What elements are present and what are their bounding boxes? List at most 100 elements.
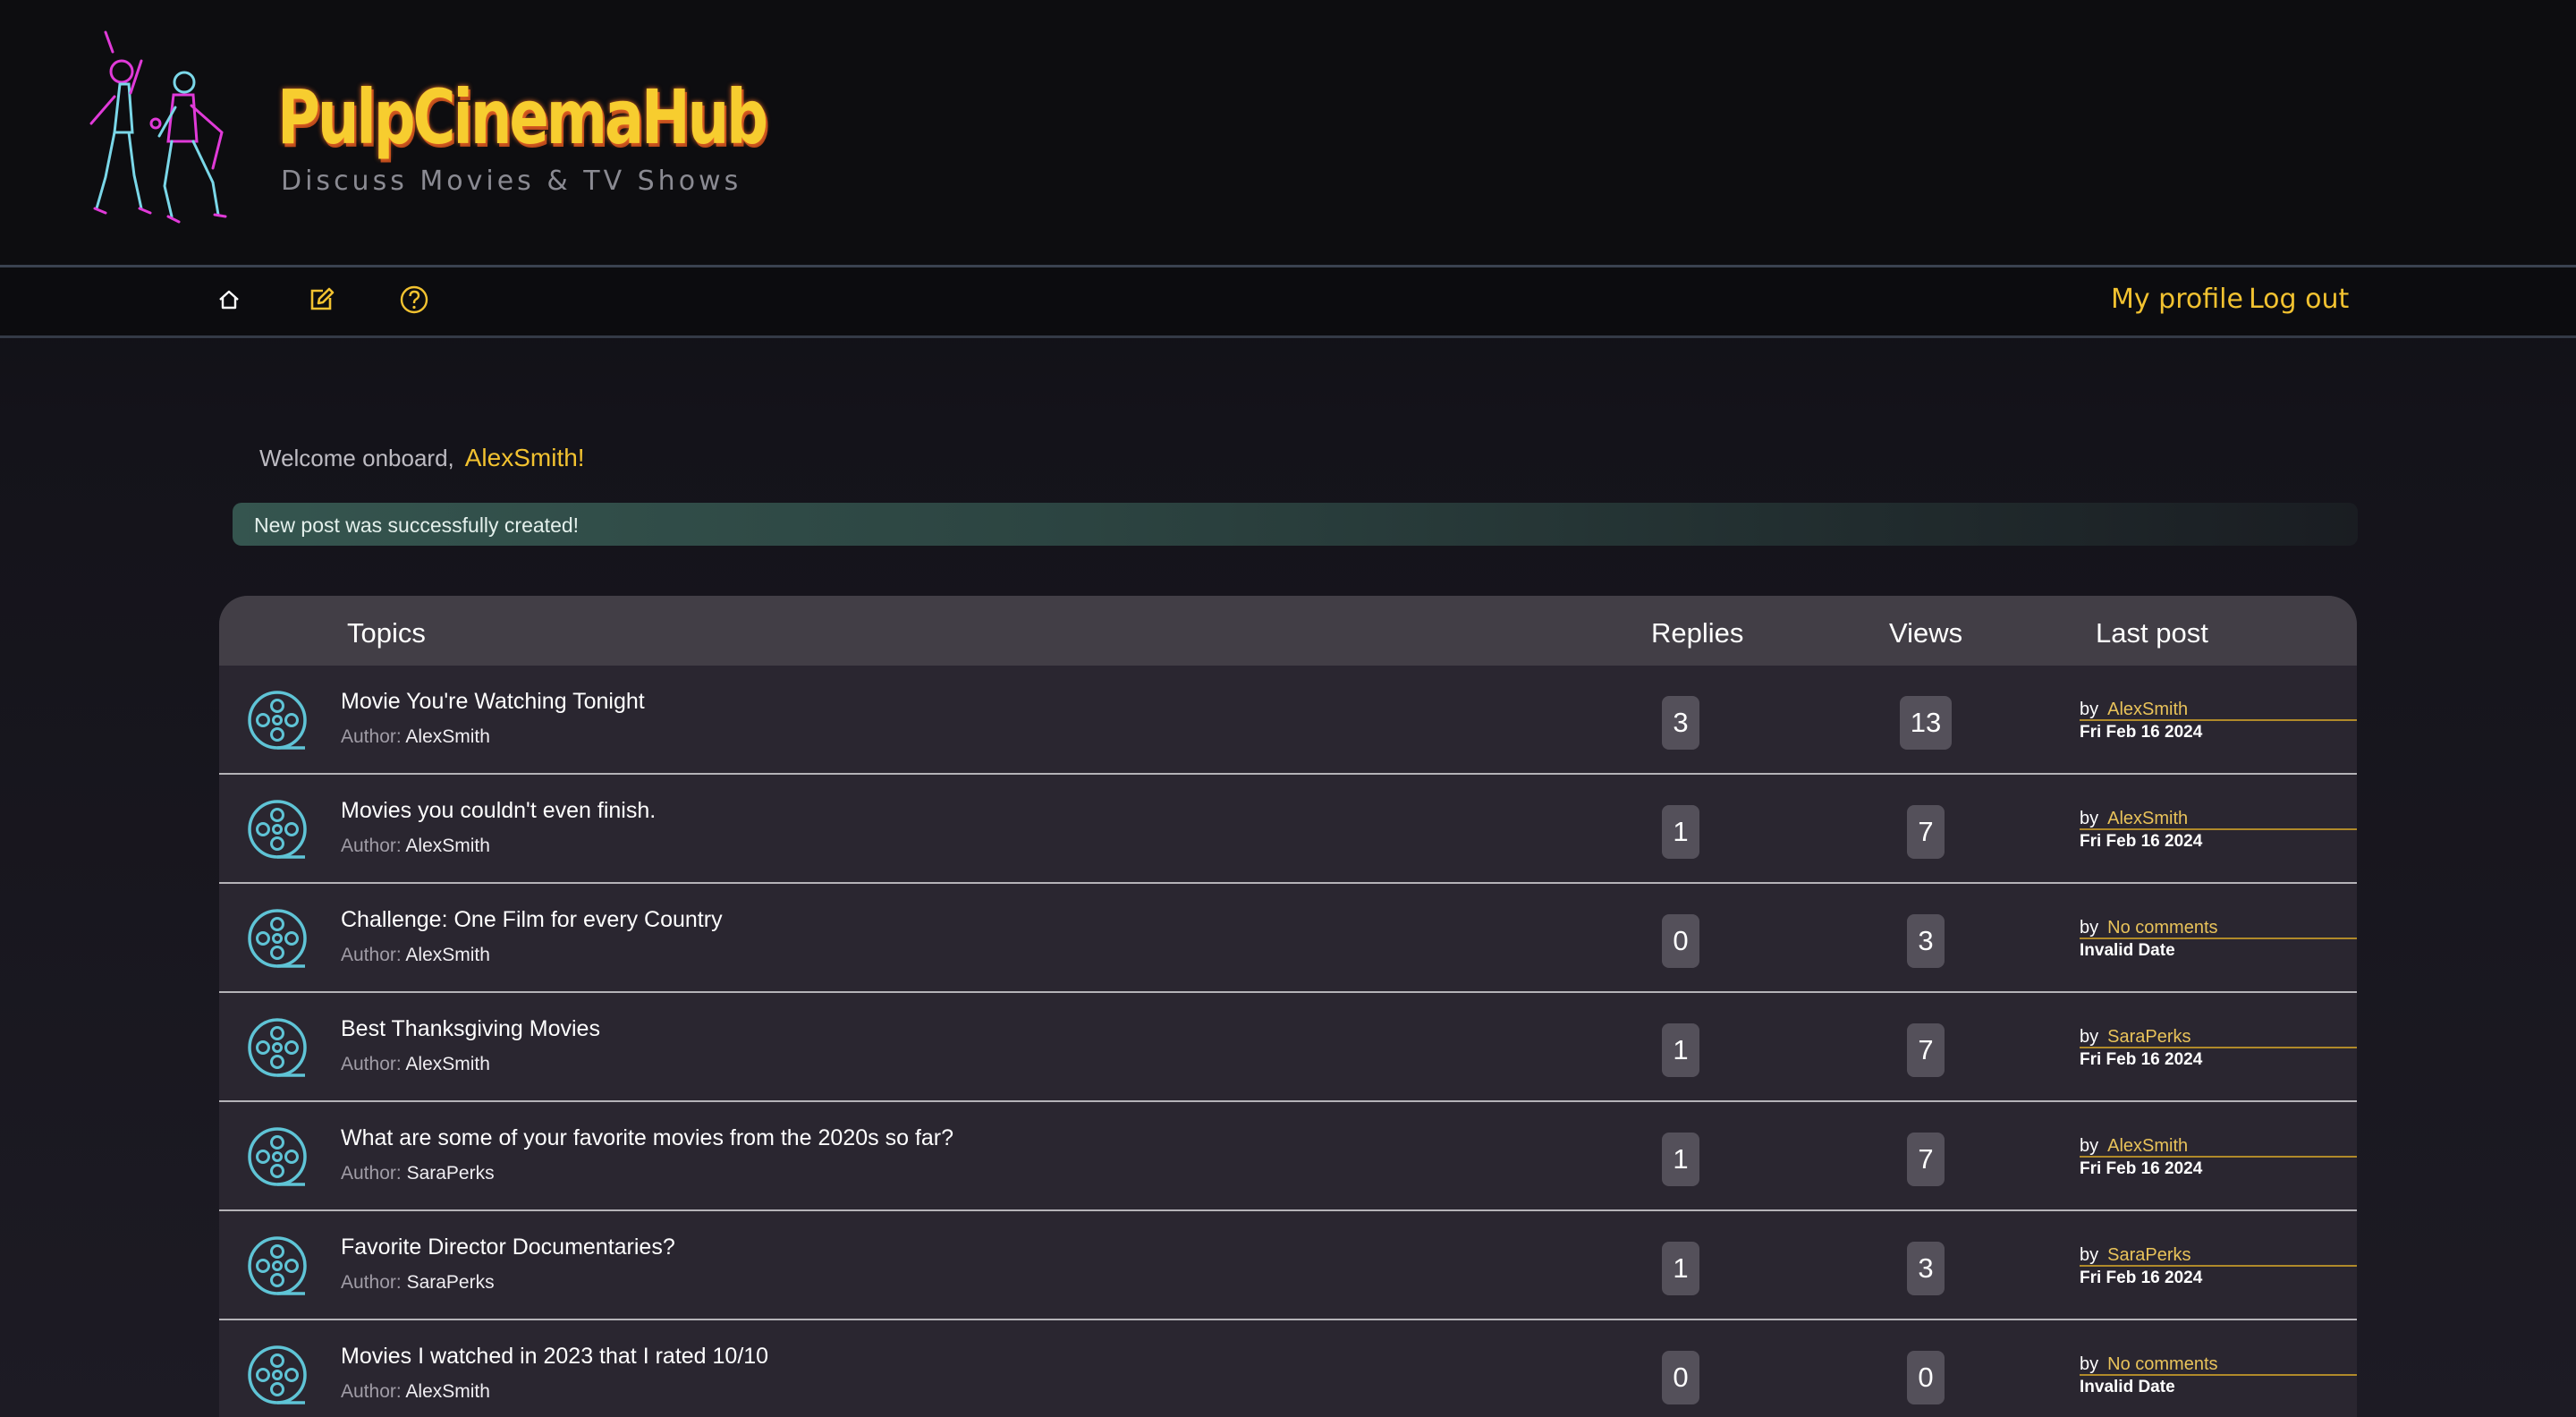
author-name-link[interactable]: AlexSmith xyxy=(405,1054,490,1074)
last-post: by No comments Invalid Date xyxy=(2080,1354,2357,1397)
by-label: by xyxy=(2080,1136,2099,1156)
topic-author: Author: AlexSmith xyxy=(341,945,490,966)
topic-author: Author: AlexSmith xyxy=(341,726,490,748)
topic-title-link[interactable]: What are some of your favorite movies fr… xyxy=(341,1125,953,1151)
topic-title-link[interactable]: Movies you couldn't even finish. xyxy=(341,798,656,824)
film-reel-icon xyxy=(248,1345,307,1404)
author-label: Author: xyxy=(341,726,402,747)
welcome-username: AlexSmith! xyxy=(464,444,585,471)
topic-title-link[interactable]: Favorite Director Documentaries? xyxy=(341,1235,675,1260)
author-label: Author: xyxy=(341,945,402,965)
author-name-link[interactable]: SaraPerks xyxy=(407,1163,495,1184)
topic-title-link[interactable]: Best Thanksgiving Movies xyxy=(341,1016,600,1042)
topic-row[interactable]: Favorite Director Documentaries? Author: … xyxy=(219,1211,2357,1320)
last-post-user-link[interactable]: AlexSmith xyxy=(2107,809,2188,828)
home-icon[interactable] xyxy=(211,282,247,318)
author-name-link[interactable]: AlexSmith xyxy=(405,945,490,965)
last-post-user-link[interactable]: AlexSmith xyxy=(2107,1136,2188,1156)
my-profile-link[interactable]: My profile xyxy=(2111,284,2243,315)
author-name-link[interactable]: AlexSmith xyxy=(405,726,490,747)
last-post-user-link[interactable]: SaraPerks xyxy=(2107,1245,2190,1265)
last-post: by AlexSmith Fri Feb 16 2024 xyxy=(2080,700,2357,742)
success-alert-text: New post was successfully created! xyxy=(254,513,580,537)
topic-author: Author: AlexSmith xyxy=(341,1381,490,1403)
by-label: by xyxy=(2080,700,2099,719)
last-post-by: by AlexSmith xyxy=(2080,1136,2357,1158)
success-alert: New post was successfully created! xyxy=(233,503,2358,546)
last-post-by: by No comments xyxy=(2080,1354,2357,1376)
last-post-date: Fri Feb 16 2024 xyxy=(2080,1159,2203,1178)
replies-count: 0 xyxy=(1662,914,1699,968)
film-reel-icon xyxy=(248,909,307,968)
last-post-date: Fri Feb 16 2024 xyxy=(2080,723,2203,742)
author-label: Author: xyxy=(341,1272,402,1293)
welcome-message: Welcome onboard, AlexSmith! xyxy=(259,444,585,472)
replies-count: 1 xyxy=(1662,805,1699,859)
site-tagline: Discuss Movies & TV Shows xyxy=(281,165,742,197)
topic-row[interactable]: Movies I watched in 2023 that I rated 10… xyxy=(219,1320,2357,1417)
last-post-by: by No comments xyxy=(2080,918,2357,939)
film-reel-icon xyxy=(248,800,307,859)
last-post-user-link[interactable]: AlexSmith xyxy=(2107,700,2188,719)
replies-count: 0 xyxy=(1662,1351,1699,1404)
by-label: by xyxy=(2080,1354,2099,1374)
topics-table: Topics Replies Views Last post Movie You… xyxy=(219,596,2357,1417)
replies-count: 1 xyxy=(1662,1133,1699,1186)
last-post-date: Invalid Date xyxy=(2080,941,2175,960)
compose-icon[interactable] xyxy=(303,282,339,318)
site-title[interactable]: PulpCinemaHub xyxy=(277,73,768,161)
views-count: 7 xyxy=(1907,805,1945,859)
topic-row[interactable]: Best Thanksgiving Movies Author: AlexSmit… xyxy=(219,993,2357,1102)
last-post-user-link[interactable]: No comments xyxy=(2107,1354,2217,1374)
views-count: 3 xyxy=(1907,914,1945,968)
last-post-date: Fri Feb 16 2024 xyxy=(2080,1269,2203,1287)
last-post-by: by AlexSmith xyxy=(2080,700,2357,721)
by-label: by xyxy=(2080,918,2099,938)
last-post-date: Fri Feb 16 2024 xyxy=(2080,1050,2203,1069)
last-post-date: Fri Feb 16 2024 xyxy=(2080,832,2203,851)
main-nav: My profile Log out xyxy=(0,267,2576,338)
last-post-user-link[interactable]: No comments xyxy=(2107,918,2217,938)
last-post: by SaraPerks Fri Feb 16 2024 xyxy=(2080,1027,2357,1070)
views-count: 3 xyxy=(1907,1242,1945,1295)
author-label: Author: xyxy=(341,1163,402,1184)
last-post: by No comments Invalid Date xyxy=(2080,918,2357,961)
welcome-prefix: Welcome onboard, xyxy=(259,445,454,471)
author-name-link[interactable]: SaraPerks xyxy=(407,1272,495,1293)
col-views: Views xyxy=(1889,617,1963,649)
replies-count: 3 xyxy=(1662,696,1699,750)
topic-author: Author: AlexSmith xyxy=(341,836,490,857)
film-reel-icon xyxy=(248,1018,307,1077)
help-icon[interactable] xyxy=(396,282,432,318)
topic-author: Author: SaraPerks xyxy=(341,1163,495,1184)
by-label: by xyxy=(2080,809,2099,828)
last-post-by: by AlexSmith xyxy=(2080,809,2357,830)
topic-title-link[interactable]: Movies I watched in 2023 that I rated 10… xyxy=(341,1344,768,1370)
topic-row[interactable]: Movie You're Watching Tonight Author: Ale… xyxy=(219,666,2357,775)
last-post-by: by SaraPerks xyxy=(2080,1245,2357,1267)
film-reel-icon xyxy=(248,1236,307,1295)
replies-count: 1 xyxy=(1662,1023,1699,1077)
views-count: 0 xyxy=(1907,1351,1945,1404)
author-name-link[interactable]: AlexSmith xyxy=(405,1381,490,1402)
last-post: by AlexSmith Fri Feb 16 2024 xyxy=(2080,809,2357,852)
by-label: by xyxy=(2080,1027,2099,1047)
col-last-post: Last post xyxy=(2096,617,2208,649)
topic-title-link[interactable]: Movie You're Watching Tonight xyxy=(341,689,645,715)
col-topics: Topics xyxy=(347,617,426,649)
topic-row[interactable]: Challenge: One Film for every Country Aut… xyxy=(219,884,2357,993)
topic-row[interactable]: What are some of your favorite movies fr… xyxy=(219,1102,2357,1211)
topic-title-link[interactable]: Challenge: One Film for every Country xyxy=(341,907,723,933)
topic-row[interactable]: Movies you couldn't even finish. Author: … xyxy=(219,775,2357,884)
last-post: by SaraPerks Fri Feb 16 2024 xyxy=(2080,1245,2357,1288)
last-post-user-link[interactable]: SaraPerks xyxy=(2107,1027,2190,1047)
last-post: by AlexSmith Fri Feb 16 2024 xyxy=(2080,1136,2357,1179)
views-count: 7 xyxy=(1907,1023,1945,1077)
topic-author: Author: AlexSmith xyxy=(341,1054,490,1075)
author-name-link[interactable]: AlexSmith xyxy=(405,836,490,856)
author-label: Author: xyxy=(341,836,402,856)
col-replies: Replies xyxy=(1651,617,1744,649)
dancers-logo[interactable] xyxy=(79,25,229,240)
table-header: Topics Replies Views Last post xyxy=(219,596,2357,666)
log-out-link[interactable]: Log out xyxy=(2249,284,2349,315)
